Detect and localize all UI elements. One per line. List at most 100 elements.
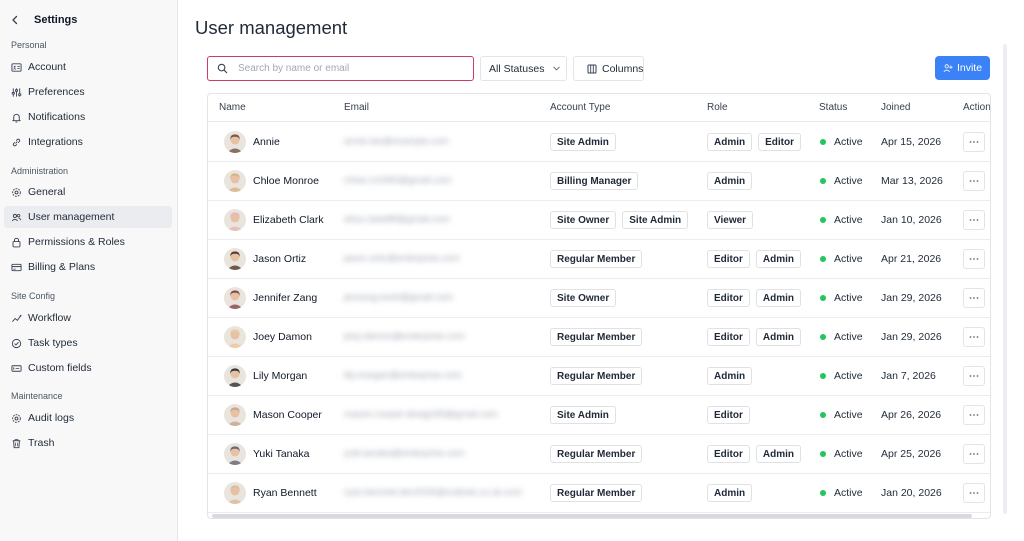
table-row[interactable]: Jason Ortiz jason.ortiz@enterprise.com Reg… [208, 240, 990, 279]
account-type-badge: Site Owner [550, 289, 617, 307]
status-badge: Active [820, 292, 863, 304]
table-row[interactable]: Elizabeth Clark eliza.clark88@gmail.com Si… [208, 201, 990, 240]
row-actions-button[interactable] [963, 171, 985, 191]
role-tags: Editor Admin [707, 328, 801, 346]
sidebar-item-custom-fields[interactable]: Custom fields [4, 357, 172, 379]
row-actions-button[interactable] [963, 444, 985, 464]
role-tags: Admin Editor [707, 133, 801, 151]
settings-sidebar: Settings Personal Account Preferences No… [0, 0, 178, 541]
column-header-email[interactable]: Email [344, 102, 369, 113]
row-actions-button[interactable] [963, 483, 985, 503]
sidebar-item-permissions-roles[interactable]: Permissions & Roles [4, 231, 172, 253]
row-actions-button[interactable] [963, 210, 985, 230]
sidebar-item-account[interactable]: Account [4, 56, 172, 78]
sidebar-item-trash[interactable]: Trash [4, 432, 172, 454]
column-header-name[interactable]: Name [219, 102, 246, 113]
sidebar-item-user-management[interactable]: User management [4, 206, 172, 228]
row-actions-button[interactable] [963, 249, 985, 269]
table-row[interactable]: Chloe Monroe chloe.m1990@gmail.com Billing… [208, 162, 990, 201]
status-dot-icon [820, 217, 826, 223]
account-type-tags: Regular Member [550, 367, 643, 385]
table-row[interactable]: Ryan Bennett ryan.bennett.dev2026@outlook… [208, 474, 990, 513]
avatar [224, 443, 246, 465]
table-row[interactable]: Annie annie.lee@example.com Site Admin Admi… [208, 123, 990, 162]
status-dot-icon [820, 139, 826, 145]
sidebar-item-label: Notifications [28, 111, 86, 123]
status-badge: Active [820, 136, 863, 148]
account-type-tags: Regular Member [550, 328, 643, 346]
column-header-account-type[interactable]: Account Type [550, 102, 610, 113]
row-actions-button[interactable] [963, 327, 985, 347]
column-header-joined[interactable]: Joined [881, 102, 910, 113]
sidebar-item-billing-plans[interactable]: Billing & Plans [4, 256, 172, 278]
status-filter-dropdown[interactable]: All Statuses [480, 56, 567, 81]
vertical-scrollbar[interactable] [1003, 44, 1007, 514]
search-input[interactable] [238, 63, 458, 74]
joined-date: Apr 15, 2026 [881, 136, 942, 148]
column-header-role[interactable]: Role [707, 102, 728, 113]
table-row[interactable]: Yuki Tanaka yuki.tanaka@enterprise.com Reg… [208, 435, 990, 474]
status-badge: Active [820, 175, 863, 187]
status-text: Active [834, 331, 863, 343]
account-type-badge: Regular Member [550, 250, 643, 268]
account-type-tags: Site Admin [550, 406, 616, 424]
account-type-tags: Site Admin [550, 133, 616, 151]
role-badge: Editor [707, 250, 750, 268]
invite-label: Invite [956, 62, 983, 74]
row-actions-button[interactable] [963, 132, 985, 152]
row-actions-button[interactable] [963, 366, 985, 386]
sidebar-item-integrations[interactable]: Integrations [4, 131, 172, 153]
column-header-actions[interactable]: Action [963, 102, 990, 113]
status-badge: Active [820, 331, 863, 343]
joined-date: Apr 21, 2026 [881, 253, 942, 265]
sidebar-item-label: Workflow [28, 312, 71, 324]
column-header-status[interactable]: Status [819, 102, 847, 113]
status-dot-icon [820, 334, 826, 340]
section-title-site-config: Site Config [11, 291, 56, 301]
invite-button[interactable]: Invite [935, 56, 990, 80]
sidebar-header: Settings [8, 12, 77, 28]
sidebar-item-label: Trash [28, 437, 55, 449]
avatar [224, 131, 246, 153]
user-email: jenzang.work@gmail.com [344, 292, 453, 303]
role-tags: Admin [707, 367, 753, 385]
avatar [224, 287, 246, 309]
avatar [224, 482, 246, 504]
columns-button[interactable]: Columns [573, 56, 644, 81]
status-badge: Active [820, 409, 863, 421]
table-row[interactable]: Mason Cooper mason.cooper.design99@gmail.… [208, 396, 990, 435]
sidebar-item-notifications[interactable]: Notifications [4, 106, 172, 128]
account-type-badge: Regular Member [550, 367, 643, 385]
role-badge: Viewer [707, 211, 754, 229]
table-row[interactable]: Joey Damon joey.damon@enterprise.com Regul… [208, 318, 990, 357]
status-filter-label: All Statuses [489, 62, 545, 75]
account-type-badge: Site Admin [550, 133, 616, 151]
table-row[interactable]: Lily Morgan lily.morgan@enterprise.com Reg… [208, 357, 990, 396]
status-badge: Active [820, 448, 863, 460]
horizontal-scrollbar[interactable] [212, 514, 972, 518]
sidebar-item-label: Billing & Plans [28, 261, 96, 273]
status-text: Active [834, 214, 863, 226]
sidebar-item-label: Account [28, 61, 66, 73]
table-header: Name Email Account Type Role Status Join… [208, 94, 990, 122]
sidebar-item-label: Preferences [28, 86, 85, 98]
sidebar-item-preferences[interactable]: Preferences [4, 81, 172, 103]
role-badge: Admin [707, 172, 753, 190]
role-tags: Viewer [707, 211, 754, 229]
joined-date: Jan 29, 2026 [881, 292, 942, 304]
role-badge: Admin [707, 484, 753, 502]
row-actions-button[interactable] [963, 405, 985, 425]
add-user-icon [943, 63, 957, 73]
sidebar-item-workflow[interactable]: Workflow [4, 307, 172, 329]
sidebar-item-audit-logs[interactable]: Audit logs [4, 407, 172, 429]
chevron-left-icon[interactable] [8, 13, 22, 27]
sidebar-item-task-types[interactable]: Task types [4, 332, 172, 354]
status-text: Active [834, 292, 863, 304]
user-name: Joey Damon [253, 331, 312, 343]
account-type-badge: Site Admin [622, 211, 689, 229]
sidebar-item-general[interactable]: General [4, 181, 172, 203]
search-box[interactable] [207, 56, 474, 81]
table-row[interactable]: Jennifer Zang jenzang.work@gmail.com Site … [208, 279, 990, 318]
row-actions-button[interactable] [963, 288, 985, 308]
role-badge: Editor [707, 289, 750, 307]
